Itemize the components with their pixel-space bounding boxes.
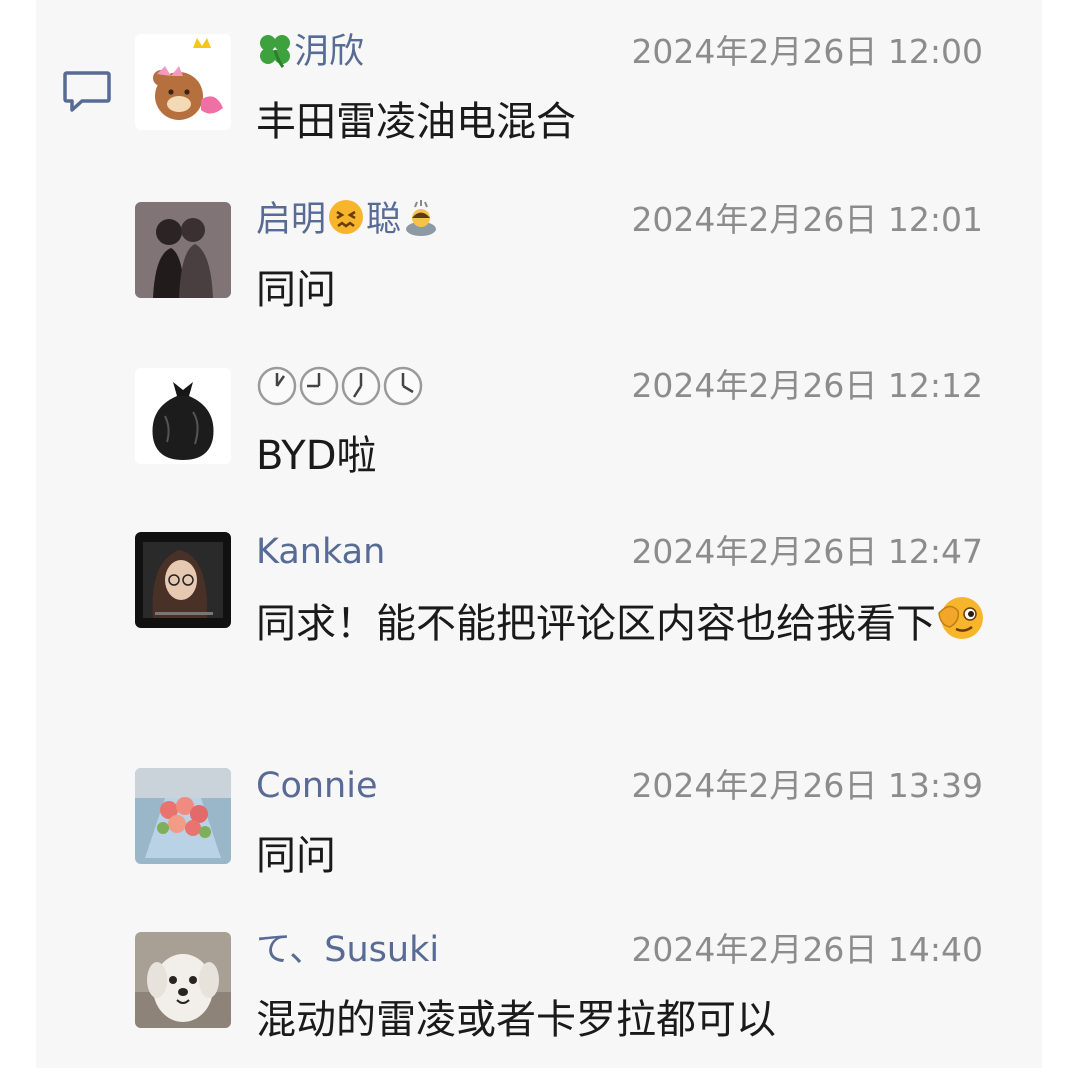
comment-author[interactable]: て、Susuki	[256, 926, 439, 974]
couple-photo-avatar	[135, 202, 231, 298]
comment-text: 同问	[256, 267, 336, 313]
girl-with-glasses-avatar	[135, 532, 231, 628]
comment-text: 混动的雷凌或者卡罗拉都可以	[256, 997, 776, 1043]
comment-time: 2024年2月26日 12:47	[631, 532, 983, 571]
comment-item: Kankan 2024年2月26日 12:47 同求！能不能把评论区内容也给我看…	[135, 528, 1015, 728]
comment-author[interactable]: 㳉欣	[256, 28, 364, 76]
comment-item: て、Susuki 2024年2月26日 14:40 混动的雷凌或者卡罗拉都可以	[135, 926, 1015, 1046]
comment-text: 同问	[256, 833, 336, 879]
comment-item: 启明 聪 2024年2月26日 12:01 同问	[135, 196, 1015, 313]
comment-time: 2024年2月26日 13:39	[631, 766, 983, 805]
comment-text: 同求！能不能把评论区内容也给我看下	[256, 592, 986, 656]
comment-time: 2024年2月26日 12:01	[631, 200, 983, 239]
comment-time: 2024年2月26日 12:12	[631, 366, 983, 405]
comment-item: 㳉欣 2024年2月26日 12:00 丰田雷凌油电混合	[135, 28, 1015, 145]
comment-author[interactable]: 启明 聪	[256, 196, 441, 244]
clover-icon	[260, 35, 290, 68]
flower-bouquet-avatar	[135, 768, 231, 864]
clock-four-icon	[383, 366, 423, 406]
author-name-tail: 聪	[366, 200, 402, 240]
avatar[interactable]	[135, 368, 231, 464]
clock-one-icon	[257, 366, 297, 406]
clock-six-icon	[341, 366, 381, 406]
comment-text-content: 同求！能不能把评论区内容也给我看下	[256, 601, 936, 647]
avatar[interactable]	[135, 202, 231, 298]
author-name: 㳉欣	[294, 32, 365, 72]
confounded-face-emoji	[329, 200, 364, 234]
avatar[interactable]	[135, 768, 231, 864]
comment-text: 丰田雷凌油电混合	[256, 99, 576, 145]
comment-item: 2024年2月26日 12:12 BYD啦	[135, 362, 1015, 479]
comment-author[interactable]: Kankan	[256, 528, 385, 576]
avatar[interactable]	[135, 34, 231, 130]
face-with-hand-over-eye-emoji	[938, 597, 983, 639]
cartoon-bear-with-crown-avatar	[135, 34, 231, 130]
avatar[interactable]	[135, 932, 231, 1028]
black-trash-bag-avatar	[135, 368, 231, 464]
comment-time: 2024年2月26日 14:40	[631, 930, 983, 969]
comment-time: 2024年2月26日 12:00	[631, 32, 983, 71]
comment-author[interactable]: Connie	[256, 762, 377, 810]
comment-text: BYD啦	[256, 433, 377, 479]
clock-nine-icon	[299, 366, 339, 406]
comment-bubble-icon	[63, 71, 111, 112]
white-puppy-avatar	[135, 932, 231, 1028]
author-name: 启明	[256, 200, 327, 240]
comment-author[interactable]	[256, 365, 424, 413]
avatar[interactable]	[135, 532, 231, 628]
comment-item: Connie 2024年2月26日 13:39 同问	[135, 762, 1015, 879]
person-bowing-emoji	[406, 200, 437, 236]
